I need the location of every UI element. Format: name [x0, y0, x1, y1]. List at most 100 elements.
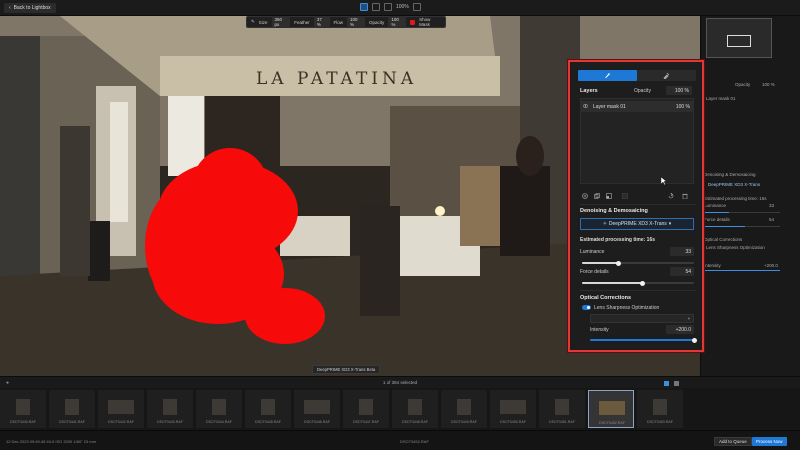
force-details-label: Force details: [580, 269, 609, 275]
filmstrip-thumbnail[interactable]: DSCF3446.RAF: [294, 390, 340, 428]
intensity-slider[interactable]: [590, 337, 697, 343]
size-value[interactable]: 350 px: [271, 16, 291, 28]
back-to-lightbox-button[interactable]: ‹ Back to Lightbox: [4, 3, 56, 13]
luminance-knob[interactable]: [616, 260, 622, 266]
force-details-knob[interactable]: [639, 280, 645, 286]
process-now-button[interactable]: Process Now: [752, 437, 787, 446]
optical-corrections-title: Optical Corrections: [580, 295, 632, 301]
thumbnail-image: [163, 399, 177, 415]
filmstrip-thumbnail[interactable]: DSCF3445.RAF: [245, 390, 291, 428]
thumbnail-filename: DSCF3444.RAF: [206, 420, 232, 424]
flow-value[interactable]: 100 %: [347, 16, 366, 28]
rp-force-details-slider[interactable]: [704, 226, 780, 227]
rp-opacity-label: Opacity: [735, 82, 751, 87]
thumbnail-filename: DSCF3442.RAF: [108, 420, 134, 424]
layers-title: Layers: [580, 88, 598, 94]
view-tools: 100%: [360, 3, 421, 11]
rp-luminance-value[interactable]: 33: [769, 203, 774, 208]
luminance-field[interactable]: 33: [670, 247, 694, 256]
tab-brush[interactable]: [578, 70, 637, 81]
current-filename: DSCF3452.RAF: [400, 439, 429, 444]
thumbnail-filename: DSCF3441.RAF: [59, 420, 85, 424]
layers-opacity-field[interactable]: 100 %: [666, 86, 692, 95]
fit-view-icon[interactable]: [384, 3, 392, 11]
filmstrip-thumbnail[interactable]: DSCF3443.RAF: [147, 390, 193, 428]
grid-view-icon[interactable]: [664, 381, 669, 386]
chevron-left-icon: ‹: [9, 5, 11, 11]
intensity-knob[interactable]: [691, 337, 697, 343]
settings-icon[interactable]: [412, 3, 421, 11]
zoom-level[interactable]: 100%: [396, 4, 409, 10]
opacity-label: Opacity: [369, 19, 385, 25]
rp-layer-name[interactable]: Layer mask 01: [706, 96, 736, 101]
play-icon[interactable]: ●: [6, 380, 9, 386]
denoise-mode-dropdown[interactable]: ✧ DeepPRIME XD3 X-Trans ▾: [580, 218, 694, 230]
rp-denoise-mode[interactable]: DeepPRIME XD3 X-Trans: [708, 182, 760, 187]
layer-row[interactable]: Layer mask 01 100 %: [581, 101, 693, 112]
filmstrip-thumbnail[interactable]: DSCF3444.RAF: [196, 390, 242, 428]
thumbnail-image: [65, 399, 79, 415]
filmstrip-thumbnail[interactable]: DSCF3449.RAF: [441, 390, 487, 428]
single-view-icon[interactable]: [360, 3, 368, 11]
force-details-fill: [582, 282, 643, 284]
filmstrip-thumbnail[interactable]: DSCF3440.RAF: [0, 390, 46, 428]
add-to-queue-button[interactable]: Add to Queue: [714, 437, 752, 446]
mask-color-swatch[interactable]: [410, 19, 416, 25]
restaurant-sign-text: LA PATATINA: [256, 69, 417, 89]
denoise-title: Denoising & Demosaicing: [580, 208, 648, 214]
rp-intensity-slider[interactable]: [704, 270, 780, 271]
thumbnail-image: [653, 399, 667, 415]
rp-intensity-value[interactable]: +200.0: [764, 263, 778, 268]
eye-icon[interactable]: [583, 104, 588, 108]
show-mask-label[interactable]: Show Mask: [419, 17, 441, 27]
filmstrip-header: 1 of 384 selected ●: [0, 376, 800, 388]
tab-eyedropper[interactable]: [637, 70, 696, 81]
list-view-icon[interactable]: [674, 381, 679, 386]
lens-preset-dropdown[interactable]: ▾: [590, 314, 694, 323]
intensity-fill: [590, 339, 694, 341]
mode-tooltip: DeepPRIME XD3 X-Trans Beta: [312, 365, 381, 374]
layers-opacity-label: Opacity: [634, 88, 651, 94]
navigator-thumbnail[interactable]: [706, 18, 772, 58]
navigator-frame[interactable]: [727, 35, 751, 47]
reset-icon[interactable]: [668, 192, 674, 199]
status-bar: 12 Dec 2023 09:50:45 f/4.0 ISO 3200 1/60…: [0, 430, 800, 450]
filmstrip-thumbnail[interactable]: DSCF3451.RAF: [539, 390, 585, 428]
color-swatch-icon[interactable]: [621, 192, 629, 200]
divider: [580, 204, 696, 205]
filmstrip-thumbnail[interactable]: DSCF3452.RAF: [588, 390, 634, 428]
sparkle-icon: ✧: [602, 221, 607, 227]
filmstrip-thumbnail[interactable]: DSCF3450.RAF: [490, 390, 536, 428]
force-details-field[interactable]: 54: [670, 267, 694, 276]
filmstrip-thumbnail[interactable]: DSCF3448.RAF: [392, 390, 438, 428]
rp-opacity-value[interactable]: 100 %: [762, 82, 775, 87]
opacity-value[interactable]: 100 %: [388, 16, 407, 28]
duplicate-layer-icon[interactable]: [594, 193, 600, 199]
trash-icon[interactable]: [682, 193, 688, 200]
mask-layer-icon[interactable]: [606, 193, 612, 199]
force-details-value: 54: [685, 269, 691, 275]
thumbnail-filename: DSCF3445.RAF: [255, 420, 281, 424]
luminance-slider[interactable]: [582, 260, 694, 266]
compare-view-icon[interactable]: [372, 3, 380, 11]
layers-list: Layer mask 01 100 %: [580, 98, 694, 185]
rp-force-details-value[interactable]: 54: [769, 217, 774, 222]
rp-lens-sharpness-label[interactable]: Lens Sharpness Optimization: [706, 245, 765, 250]
filmstrip-thumbnail[interactable]: DSCF3453.RAF: [637, 390, 683, 428]
rp-force-details-label: Force details: [704, 217, 730, 222]
lens-sharpness-toggle[interactable]: [582, 305, 591, 310]
thumbnail-image: [408, 399, 422, 415]
selection-count: 1 of 384 selected: [382, 380, 418, 385]
thumbnail-filename: DSCF3446.RAF: [304, 420, 330, 424]
add-layer-icon[interactable]: [582, 193, 588, 199]
lens-sharpness-label: Lens Sharpness Optimization: [594, 305, 660, 311]
filmstrip-thumbnail[interactable]: DSCF3441.RAF: [49, 390, 95, 428]
rp-luminance-slider[interactable]: [704, 212, 780, 213]
intensity-field[interactable]: +200.0: [666, 325, 694, 334]
feather-value[interactable]: 37 %: [313, 16, 330, 28]
force-details-slider[interactable]: [582, 280, 694, 286]
filmstrip-thumbnail[interactable]: DSCF3442.RAF: [98, 390, 144, 428]
rp-denoise-title: Denoising & Demosaicing: [704, 172, 756, 177]
luminance-value: 33: [685, 249, 691, 255]
filmstrip-thumbnail[interactable]: DSCF3447.RAF: [343, 390, 389, 428]
